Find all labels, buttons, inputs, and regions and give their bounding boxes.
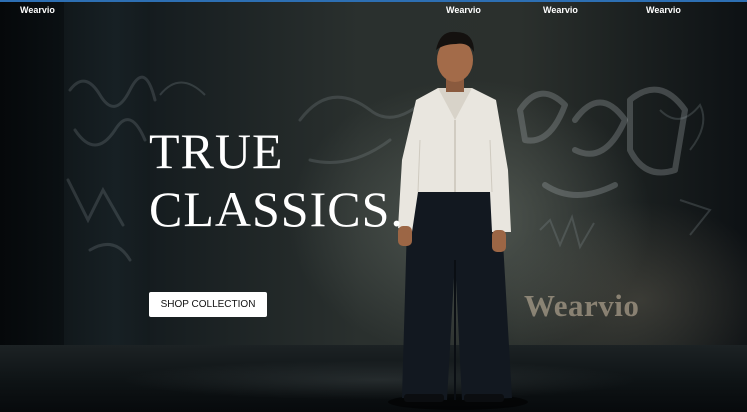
accent-top-line bbox=[0, 0, 747, 2]
headline-line-1: TRUE bbox=[149, 123, 284, 179]
nav-link-3[interactable]: Wearvio bbox=[646, 5, 681, 15]
nav-link-1[interactable]: Wearvio bbox=[446, 5, 481, 15]
nav-brand-logo[interactable]: Wearvio bbox=[20, 5, 55, 15]
hero-headline: TRUE CLASSICS. bbox=[149, 122, 404, 238]
hero-section: Wearvio Wearvio Wearvio Wearvio Wearvio … bbox=[0, 0, 747, 412]
shop-collection-button[interactable]: SHOP COLLECTION bbox=[149, 292, 267, 317]
nav-link-2[interactable]: Wearvio bbox=[543, 5, 578, 15]
headline-line-2: CLASSICS. bbox=[149, 181, 404, 237]
